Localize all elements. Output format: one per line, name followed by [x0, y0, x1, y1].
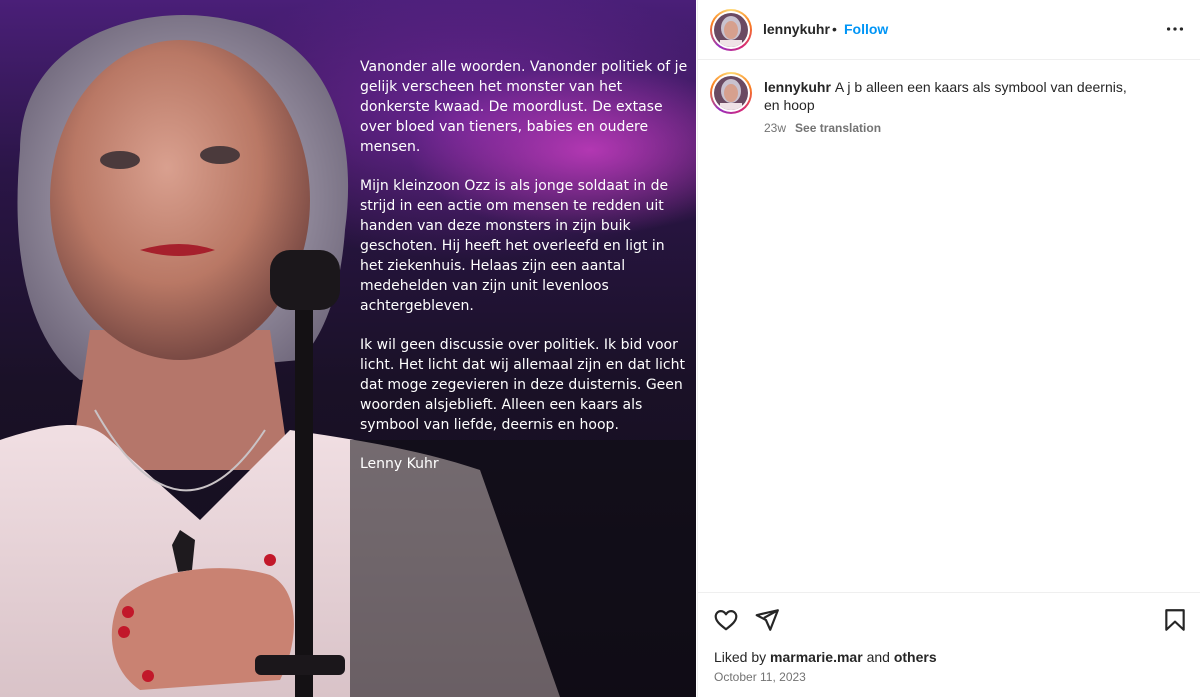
- liked-and: and: [866, 649, 890, 665]
- post-actions: Liked by marmarie.mar and others October…: [698, 592, 1200, 697]
- caption-username[interactable]: lennykuhr: [764, 79, 831, 95]
- post-image-text: Vanonder alle woorden. Vanonder politiek…: [360, 57, 690, 493]
- overlay-paragraph: Vanonder alle woorden. Vanonder politiek…: [360, 59, 688, 155]
- post-header: lennykuhr • Follow: [698, 0, 1200, 60]
- author-avatar-image: [714, 13, 748, 47]
- separator-dot: •: [832, 21, 837, 37]
- post-image[interactable]: Vanonder alle woorden. Vanonder politiek…: [0, 0, 696, 697]
- post-age[interactable]: 23w: [764, 121, 786, 135]
- liked-prefix: Liked by: [714, 649, 767, 665]
- send-icon[interactable]: [754, 607, 780, 633]
- see-translation-button[interactable]: See translation: [795, 121, 881, 135]
- post-date[interactable]: October 11, 2023: [714, 670, 806, 684]
- caption-text: lennykuhr A j b alleen een kaars als symb…: [764, 78, 1144, 114]
- liked-user-link[interactable]: marmarie.mar: [770, 649, 863, 665]
- liked-by-summary[interactable]: Liked by marmarie.mar and others: [714, 649, 937, 665]
- caption-avatar[interactable]: [710, 72, 752, 114]
- overlay-paragraph: Ik wil geen discussie over politiek. Ik …: [360, 337, 685, 433]
- bookmark-icon[interactable]: [1162, 607, 1188, 633]
- author-avatar[interactable]: [710, 9, 752, 51]
- heart-icon[interactable]: [713, 607, 739, 633]
- more-horizontal-icon[interactable]: [1164, 18, 1186, 40]
- caption-avatar-image: [714, 76, 748, 110]
- liked-others-link[interactable]: others: [894, 649, 937, 665]
- follow-button[interactable]: Follow: [844, 21, 888, 37]
- overlay-paragraph: Mijn kleinzoon Ozz is als jonge soldaat …: [360, 178, 669, 314]
- post-side-panel: lennykuhr • Follow lennykuhr A j b alleen…: [697, 0, 1200, 697]
- author-username[interactable]: lennykuhr: [763, 21, 830, 37]
- caption-meta: 23w See translation: [764, 121, 881, 135]
- overlay-signature: Lenny Kuhr: [360, 456, 439, 472]
